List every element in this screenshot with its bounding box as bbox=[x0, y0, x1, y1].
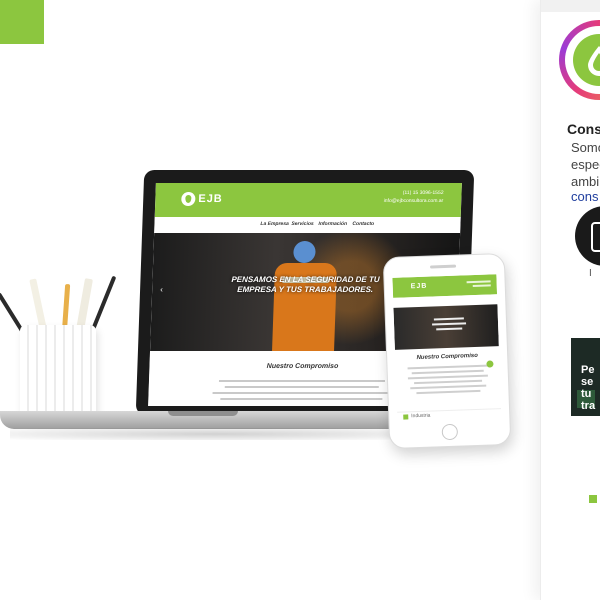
phone-contact-line bbox=[466, 280, 491, 284]
side-card: Cons Somo espec ambi cons I Pe se tu tra bbox=[540, 0, 600, 600]
side-card-text-line: espec bbox=[571, 157, 600, 172]
side-card-text-line: ambi bbox=[571, 174, 600, 189]
carousel-prev-icon[interactable]: ‹ bbox=[160, 285, 163, 294]
phone-text-line bbox=[414, 379, 483, 385]
contact-phone[interactable]: (11) 15 3096-1552 bbox=[384, 189, 444, 197]
phone-speaker bbox=[430, 264, 457, 269]
ruler bbox=[29, 278, 47, 331]
phone-footer-label[interactable]: Industria bbox=[411, 413, 430, 420]
phone-text-line bbox=[407, 374, 488, 380]
phone-screen: EJB Nuestro Compromiso Industria bbox=[392, 274, 502, 421]
drop-logo-icon bbox=[181, 192, 196, 206]
phone-whatsapp-button[interactable] bbox=[486, 360, 494, 368]
phone-hero-text-line bbox=[432, 322, 467, 326]
phone-logo-text[interactable]: EJB bbox=[411, 283, 428, 291]
site-nav: La Empresa Servicios Información Contact… bbox=[154, 217, 461, 233]
profile-ring-inner bbox=[565, 26, 600, 94]
panel-text-line: tu bbox=[581, 388, 592, 400]
phone-footer: Industria bbox=[397, 408, 502, 421]
nav-item-informacion[interactable]: Información bbox=[318, 221, 347, 227]
laptop-base bbox=[0, 411, 422, 429]
text-placeholder-line bbox=[212, 392, 391, 394]
side-card-text-line: Somo bbox=[571, 140, 600, 155]
panel-text-line: Pe bbox=[581, 364, 595, 376]
header-contact: (11) 15 3096-1552 info@ejbconsultora.com… bbox=[384, 189, 444, 205]
laptop-notch bbox=[168, 411, 238, 416]
phone-contact-line bbox=[472, 284, 491, 288]
phone-icon-glyph bbox=[591, 222, 600, 252]
phone-hero bbox=[393, 304, 499, 350]
drop-logo-icon bbox=[573, 34, 600, 86]
text-placeholder-line bbox=[218, 380, 386, 382]
text-placeholder-line bbox=[224, 386, 379, 388]
pencil bbox=[62, 283, 71, 331]
side-card-top-bar bbox=[541, 0, 600, 12]
phone-section-title: Nuestro Compromiso bbox=[416, 352, 478, 362]
phone-hero-text-line bbox=[436, 327, 463, 331]
corner-accent-square bbox=[0, 0, 44, 44]
industria-icon bbox=[403, 414, 409, 420]
phone-text-line bbox=[416, 389, 481, 395]
hero-worker-helmet bbox=[293, 241, 316, 263]
ruler bbox=[76, 278, 93, 331]
site-logo[interactable]: EJB bbox=[181, 192, 223, 206]
laptop-shadow bbox=[10, 428, 420, 440]
phone-text-line bbox=[407, 364, 488, 370]
hero-text: PENSAMOS EN LA SEGURIDAD DE TU EMPRESA Y… bbox=[231, 275, 380, 294]
side-card-green-dot bbox=[589, 495, 597, 503]
pen bbox=[90, 275, 117, 333]
panel-text-line: tra bbox=[581, 400, 596, 412]
phone-icon[interactable] bbox=[575, 206, 600, 266]
side-card-heading: Cons bbox=[567, 121, 600, 137]
phone-home-button bbox=[441, 423, 459, 441]
site-header: EJB (11) 15 3096-1552 info@ejbconsultora… bbox=[154, 183, 462, 217]
profile-ring[interactable] bbox=[559, 20, 600, 100]
phone-text-line bbox=[411, 369, 484, 375]
nav-item-contacto[interactable]: Contacto bbox=[352, 221, 374, 227]
contact-email[interactable]: info@ejbconsultora.com.ar bbox=[384, 197, 444, 205]
phone-hero-text-line bbox=[433, 317, 464, 321]
cup bbox=[20, 325, 96, 420]
phone: EJB Nuestro Compromiso Industria bbox=[382, 252, 512, 450]
drop-icon bbox=[588, 46, 600, 76]
nav-item-la-empresa[interactable]: La Empresa bbox=[260, 221, 289, 227]
logo-text: EJB bbox=[198, 193, 223, 205]
text-placeholder-line bbox=[220, 398, 383, 400]
panel-text-line: se bbox=[581, 376, 594, 388]
phone-text-line bbox=[410, 384, 487, 390]
side-card-small-label: I bbox=[589, 268, 592, 279]
side-card-link[interactable]: cons bbox=[571, 189, 598, 204]
nav-item-servicios[interactable]: Servicios bbox=[291, 221, 313, 227]
side-card-dark-panel: Pe se tu tra bbox=[571, 338, 600, 416]
